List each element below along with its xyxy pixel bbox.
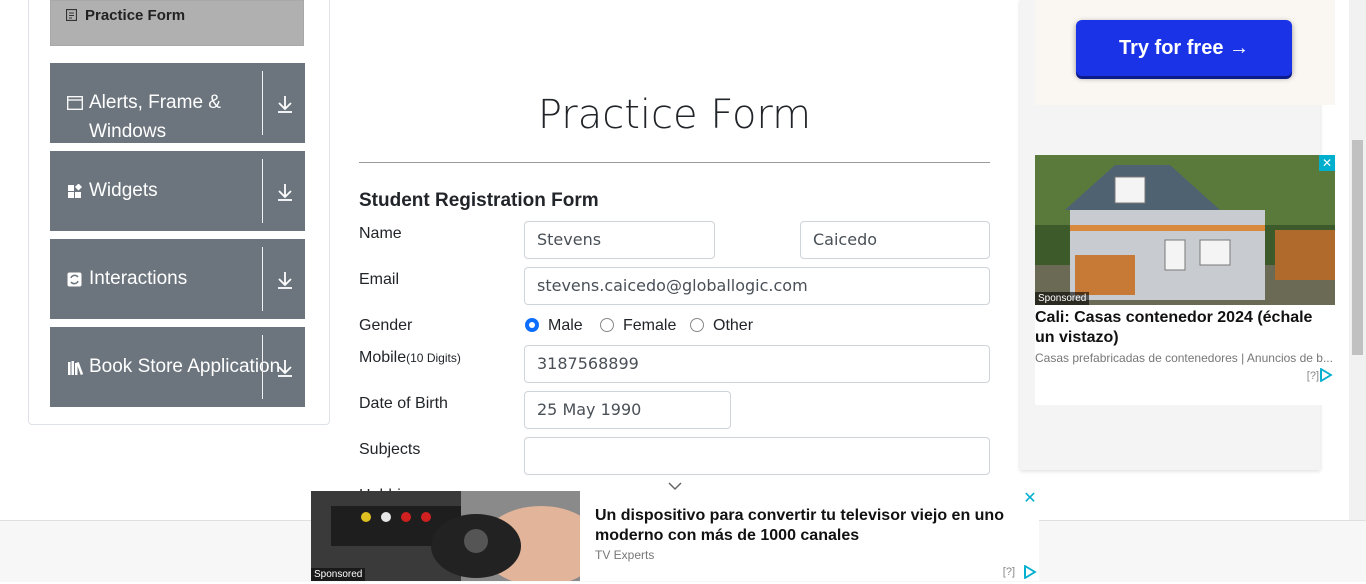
gender-male-label[interactable]: Male [548,317,583,335]
download-arrow-icon[interactable] [276,269,294,291]
sidebar-group-book-store[interactable]: Book Store Application [50,327,305,407]
adchoices-icon[interactable] [1319,367,1333,383]
sidebar-item-label: Practice Form [85,7,186,24]
gender-other-radio[interactable] [690,318,704,332]
subjects-input[interactable] [524,437,990,475]
bottom-ad-subtitle[interactable]: TV Experts [595,548,654,562]
divider [262,247,263,311]
ad-info-link[interactable]: [?] [1003,566,1015,578]
gender-other-label[interactable]: Other [713,317,753,335]
sidebar-group-interactions[interactable]: Interactions [50,239,305,319]
interactions-icon [67,272,83,288]
email-input[interactable]: stevens.caicedo@globallogic.com [524,267,990,305]
ad-title[interactable]: Cali: Casas contenedor 2024 (échale un v… [1035,308,1333,348]
sidebar-group-alerts[interactable]: Alerts, Frame & Windows [50,63,305,143]
chevron-down-icon[interactable] [666,479,684,491]
try-for-free-button[interactable]: Try for free → [1076,20,1292,76]
ad-image[interactable]: Sponsored ✕ [1035,155,1335,305]
divider [262,335,263,399]
close-icon[interactable]: ✕ [1023,491,1037,507]
sidebar-group-widgets[interactable]: Widgets [50,151,305,231]
mobile-label: Mobile(10 Digits) [359,349,461,367]
form-icon [65,8,78,24]
mobile-label-text: Mobile [359,349,407,366]
download-arrow-icon[interactable] [276,93,294,115]
gender-female-label[interactable]: Female [623,317,676,335]
name-label: Name [359,225,402,242]
subjects-label: Subjects [359,441,421,458]
scrollbar-thumb[interactable] [1352,140,1363,355]
last-name-input[interactable]: Caicedo [800,221,990,259]
widgets-icon [67,183,83,200]
mobile-input[interactable]: 3187568899 [524,345,990,383]
sidebar-group-label: Interactions [89,268,188,289]
download-arrow-icon[interactable] [276,357,294,379]
ad-card[interactable]: Sponsored ✕ Cali: Casas contenedor 2024 … [1035,155,1335,405]
ad-subtitle[interactable]: Casas prefabricadas de contenedores | An… [1035,351,1333,365]
sidebar-group-label: Alerts, Frame & Windows [89,92,221,142]
close-icon[interactable]: ✕ [1319,155,1335,171]
sidebar-group-label: Widgets [89,180,158,201]
email-label: Email [359,271,400,288]
dob-label: Date of Birth [359,395,448,412]
gender-female-radio[interactable] [600,318,614,332]
mobile-hint: (10 Digits) [406,351,461,365]
divider [262,159,263,223]
gender-label: Gender [359,317,413,334]
gender-male-radio[interactable] [525,318,539,332]
bottom-ad-image[interactable]: Sponsored [311,491,580,581]
books-icon [67,360,84,376]
sidebar-group-label: Book Store Application [89,356,281,377]
sponsored-label: Sponsored [311,568,366,581]
form-heading: Student Registration Form [359,190,599,211]
sponsored-label: Sponsored [1035,292,1090,305]
sidebar-item-practice-form[interactable]: Practice Form [50,0,304,46]
divider [262,71,263,135]
page-title: Practice Form [537,92,812,138]
adchoices-icon[interactable] [1023,564,1037,580]
ad-info-link[interactable]: [?] [1307,370,1319,382]
bottom-ad[interactable]: Sponsored Un dispositivo para convertir … [311,482,1039,581]
first-name-input[interactable]: Stevens [524,221,715,259]
title-divider [359,162,990,163]
bottom-ad-title[interactable]: Un dispositivo para convertir tu televis… [595,506,1015,546]
date-of-birth-input[interactable]: 25 May 1990 [524,391,731,429]
window-icon [67,96,83,112]
download-arrow-icon[interactable] [276,181,294,203]
